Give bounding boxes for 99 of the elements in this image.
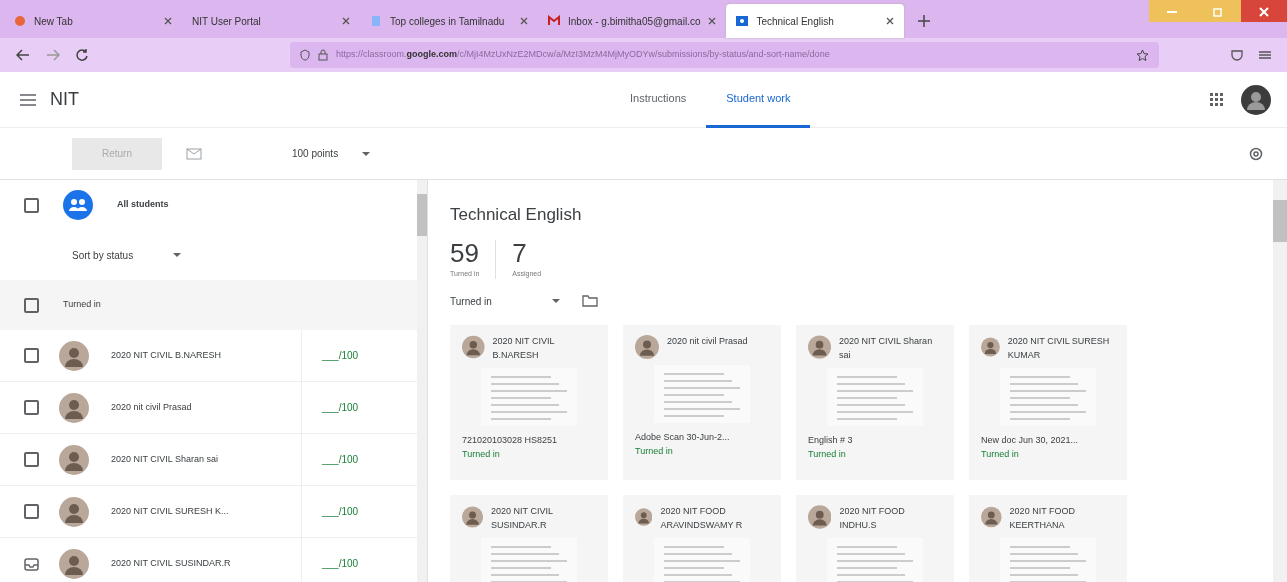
close-icon[interactable] <box>708 17 717 25</box>
avatar-icon <box>981 335 1000 359</box>
student-name: 2020 NIT CIVIL SUSINDAR.R <box>491 505 554 532</box>
checkbox[interactable] <box>24 400 39 415</box>
avatar-icon <box>635 335 659 359</box>
sort-dropdown[interactable]: Sort by status <box>72 247 182 263</box>
checkbox[interactable] <box>24 197 39 213</box>
checkbox[interactable] <box>24 452 39 467</box>
close-icon[interactable] <box>164 17 172 25</box>
status-label: Turned in <box>635 444 674 458</box>
file-name: Adobe Scan 30-Jun-2... <box>635 431 731 444</box>
submission-card[interactable]: 2020 NIT FOOD KEERTHANA <box>969 495 1127 582</box>
status-label: Turned in <box>808 447 847 461</box>
student-name: 2020 NIT CIVIL SURESH KUMAR <box>1007 335 1111 362</box>
checkbox[interactable] <box>24 348 39 363</box>
student-name[interactable]: 2020 NIT CIVIL SUSINDAR.R <box>111 556 301 571</box>
avatar-icon <box>59 548 89 579</box>
checkbox[interactable] <box>24 297 39 313</box>
browser-tab[interactable]: Top colleges in Tamilnadu <box>360 4 538 38</box>
scrollbar[interactable] <box>1273 180 1287 582</box>
avatar-icon <box>59 392 89 423</box>
new-tab-icon[interactable] <box>918 15 931 27</box>
minimize-icon <box>1167 10 1177 13</box>
caret-icon <box>551 299 560 303</box>
mail-icon <box>548 15 560 27</box>
file-name: English # 3 <box>808 434 854 447</box>
page-icon <box>370 15 382 27</box>
status-label: Turned in <box>462 447 501 461</box>
avatar-icon <box>59 444 89 475</box>
pocket-icon[interactable] <box>1231 49 1243 61</box>
group-icon[interactable] <box>63 190 93 220</box>
status-filter-dropdown[interactable]: Turned in <box>450 293 560 309</box>
stat-number: 59 <box>450 239 480 266</box>
student-name: 2020 NIT CIVIL B.NARESH <box>492 335 556 362</box>
submission-card[interactable]: 2020 nit civil Prasad Adobe Scan 30-Jun-2... Turned in <box>623 325 781 480</box>
submission-card[interactable]: 2020 NIT CIVIL SUSINDAR.R <box>450 495 608 582</box>
avatar-icon <box>59 340 89 371</box>
lock-icon <box>318 49 328 61</box>
avatar-icon <box>462 505 484 529</box>
student-name[interactable]: 2020 nit civil Prasad <box>111 400 301 415</box>
address-bar[interactable]: https://classroom.google.com/c/MjI4MzUxNzE2MDcw/a/MzI3MzM4MjMyODYw/submissions/by-status/and-sort-name/done <box>290 42 1159 68</box>
submission-card[interactable]: 2020 NIT CIVIL SURESH KUMAR New doc Jun 30, 2021... Turned in <box>969 325 1127 480</box>
avatar-icon <box>981 505 1002 529</box>
menu-icon[interactable] <box>20 93 36 106</box>
avatar-icon <box>635 505 653 529</box>
shield-icon <box>300 49 310 61</box>
student-name: 2020 NIT FOOD KEERTHANA <box>1009 505 1076 532</box>
scrollbar[interactable] <box>417 180 427 582</box>
close-window-button[interactable] <box>1241 0 1287 22</box>
classroom-icon <box>736 15 749 27</box>
close-icon[interactable] <box>520 17 528 25</box>
avatar-icon <box>808 505 832 529</box>
points-dropdown[interactable]: 100 points <box>292 146 371 161</box>
status-label: Turned in <box>981 447 1020 461</box>
back-icon[interactable] <box>16 49 30 61</box>
caret-icon <box>173 253 182 257</box>
student-name[interactable]: 2020 NIT CIVIL SURESH K... <box>111 504 301 519</box>
stat-number: 7 <box>512 239 528 266</box>
all-students-label: All students <box>117 198 169 212</box>
submission-card[interactable]: 2020 NIT FOOD ARAVINDSWAMY R <box>623 495 781 582</box>
restore-icon <box>1213 6 1223 17</box>
avatar-icon <box>808 335 832 359</box>
browser-tab[interactable]: New Tab <box>4 4 182 38</box>
inbox-icon[interactable] <box>24 556 39 571</box>
course-name[interactable]: NIT <box>50 86 610 113</box>
page-tab[interactable]: Instructions <box>610 71 707 128</box>
apps-grid-icon[interactable] <box>1210 93 1223 106</box>
menu-icon[interactable] <box>1259 50 1271 60</box>
avatar-icon <box>462 335 485 359</box>
caret-icon <box>362 151 371 156</box>
student-name[interactable]: 2020 NIT CIVIL Sharan sai <box>111 452 301 467</box>
student-name: 2020 NIT FOOD INDHU.S <box>839 505 906 532</box>
close-icon <box>1259 6 1269 17</box>
close-icon[interactable] <box>342 17 350 25</box>
close-icon[interactable] <box>886 17 895 25</box>
browser-tab[interactable]: Inbox - g.bimitha05@gmail.co <box>538 4 727 38</box>
reload-icon[interactable] <box>76 49 88 61</box>
avatar-icon <box>59 496 89 527</box>
file-name: New doc Jun 30, 2021... <box>981 434 1080 447</box>
settings-icon[interactable] <box>1249 146 1263 161</box>
group-label: Turned in <box>63 298 101 312</box>
account-avatar-icon[interactable] <box>1241 84 1271 115</box>
submission-card[interactable]: 2020 NIT CIVIL Sharan sai English # 3 Turned in <box>796 325 954 480</box>
folder-icon[interactable] <box>581 295 598 307</box>
assignment-title: Technical English <box>450 204 583 226</box>
browser-tab[interactable]: NIT User Portal <box>182 4 360 38</box>
page-tab[interactable]: Student work <box>706 71 811 128</box>
url-text: https://classroom.google.com/c/MjI4MzUxNzE2MDcw/a/MzI3MzM4MjMyODYw/submissions/by-status/and-sort-name/done <box>336 48 830 62</box>
checkbox[interactable] <box>24 504 39 519</box>
star-icon[interactable] <box>1136 48 1149 62</box>
browser-tab[interactable]: Technical English <box>726 4 905 38</box>
student-name: 2020 NIT CIVIL Sharan sai <box>839 335 934 362</box>
student-name[interactable]: 2020 NIT CIVIL B.NARESH <box>111 348 301 363</box>
submission-card[interactable]: 2020 NIT CIVIL B.NARESH 721020103028 HS8251 Turned in <box>450 325 608 480</box>
student-name: 2020 NIT FOOD ARAVINDSWAMY R <box>660 505 744 532</box>
file-name: 721020103028 HS8251 <box>462 434 559 447</box>
submission-card[interactable]: 2020 NIT FOOD INDHU.S <box>796 495 954 582</box>
browser-icon <box>14 15 26 27</box>
student-name: 2020 nit civil Prasad <box>667 335 748 348</box>
